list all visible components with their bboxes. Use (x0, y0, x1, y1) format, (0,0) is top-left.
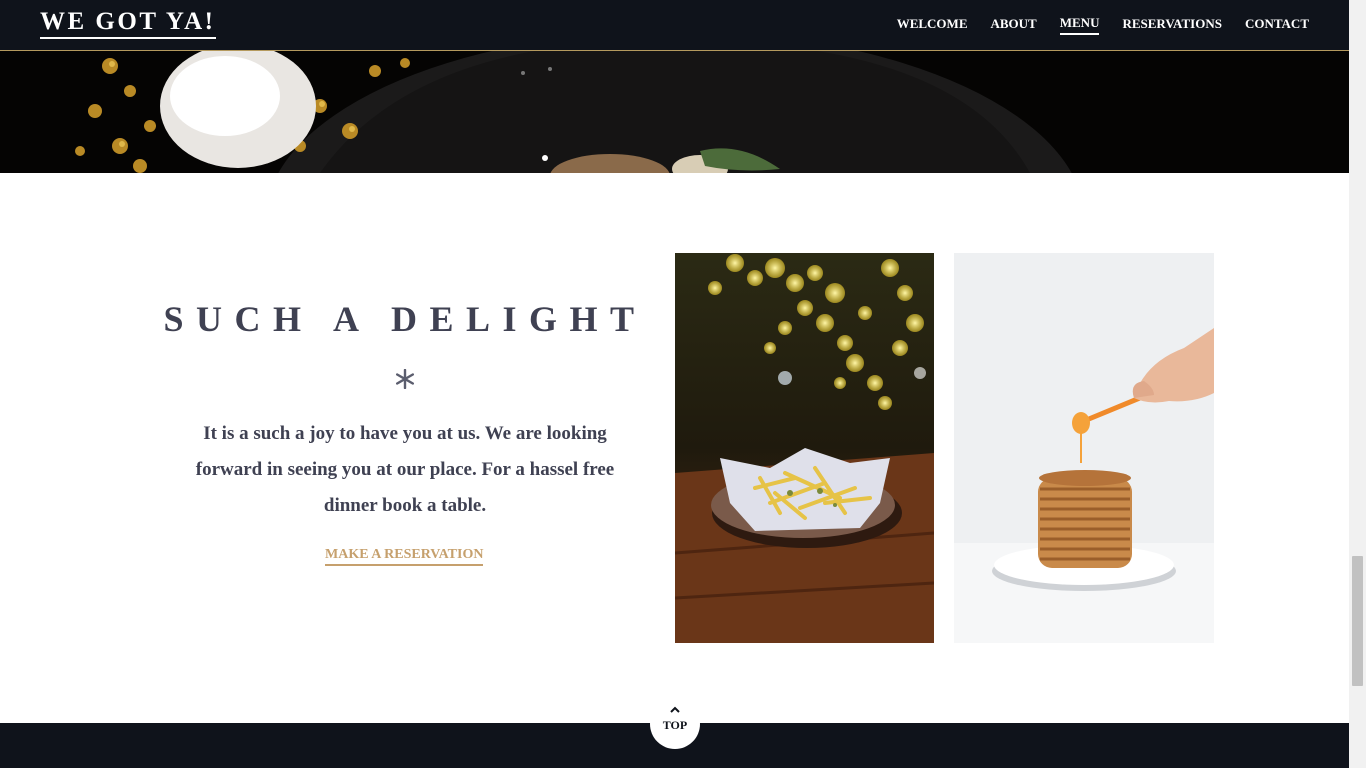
fries-photo (675, 253, 934, 643)
back-to-top-button[interactable]: TOP (650, 699, 700, 749)
pancakes-photo (954, 253, 1214, 643)
main-nav: WELCOME ABOUT MENU RESERVATIONS CONTACT (874, 0, 1309, 50)
site-header: WE GOT YA! WELCOME ABOUT MENU RESERVATIO… (0, 0, 1349, 51)
scrollbar-thumb[interactable] (1352, 556, 1363, 686)
section-title: SUCH A DELIGHT (163, 299, 647, 339)
asterisk-icon (396, 369, 414, 389)
back-to-top-label: TOP (662, 718, 688, 732)
nav-contact[interactable]: CONTACT (1245, 16, 1309, 34)
section-description: It is a such a joy to have you at us. We… (195, 423, 615, 516)
make-reservation-link[interactable]: MAKE A RESERVATION (325, 546, 484, 566)
nav-reservations[interactable]: RESERVATIONS (1122, 16, 1222, 34)
nav-welcome[interactable]: WELCOME (897, 16, 968, 34)
site-logo[interactable]: WE GOT YA! (40, 8, 216, 39)
chevron-up-icon (670, 706, 680, 713)
hero-food-photo (0, 51, 1349, 173)
nav-menu[interactable]: MENU (1059, 15, 1100, 35)
nav-about[interactable]: ABOUT (991, 16, 1037, 34)
vertical-scrollbar[interactable] (1349, 0, 1366, 768)
